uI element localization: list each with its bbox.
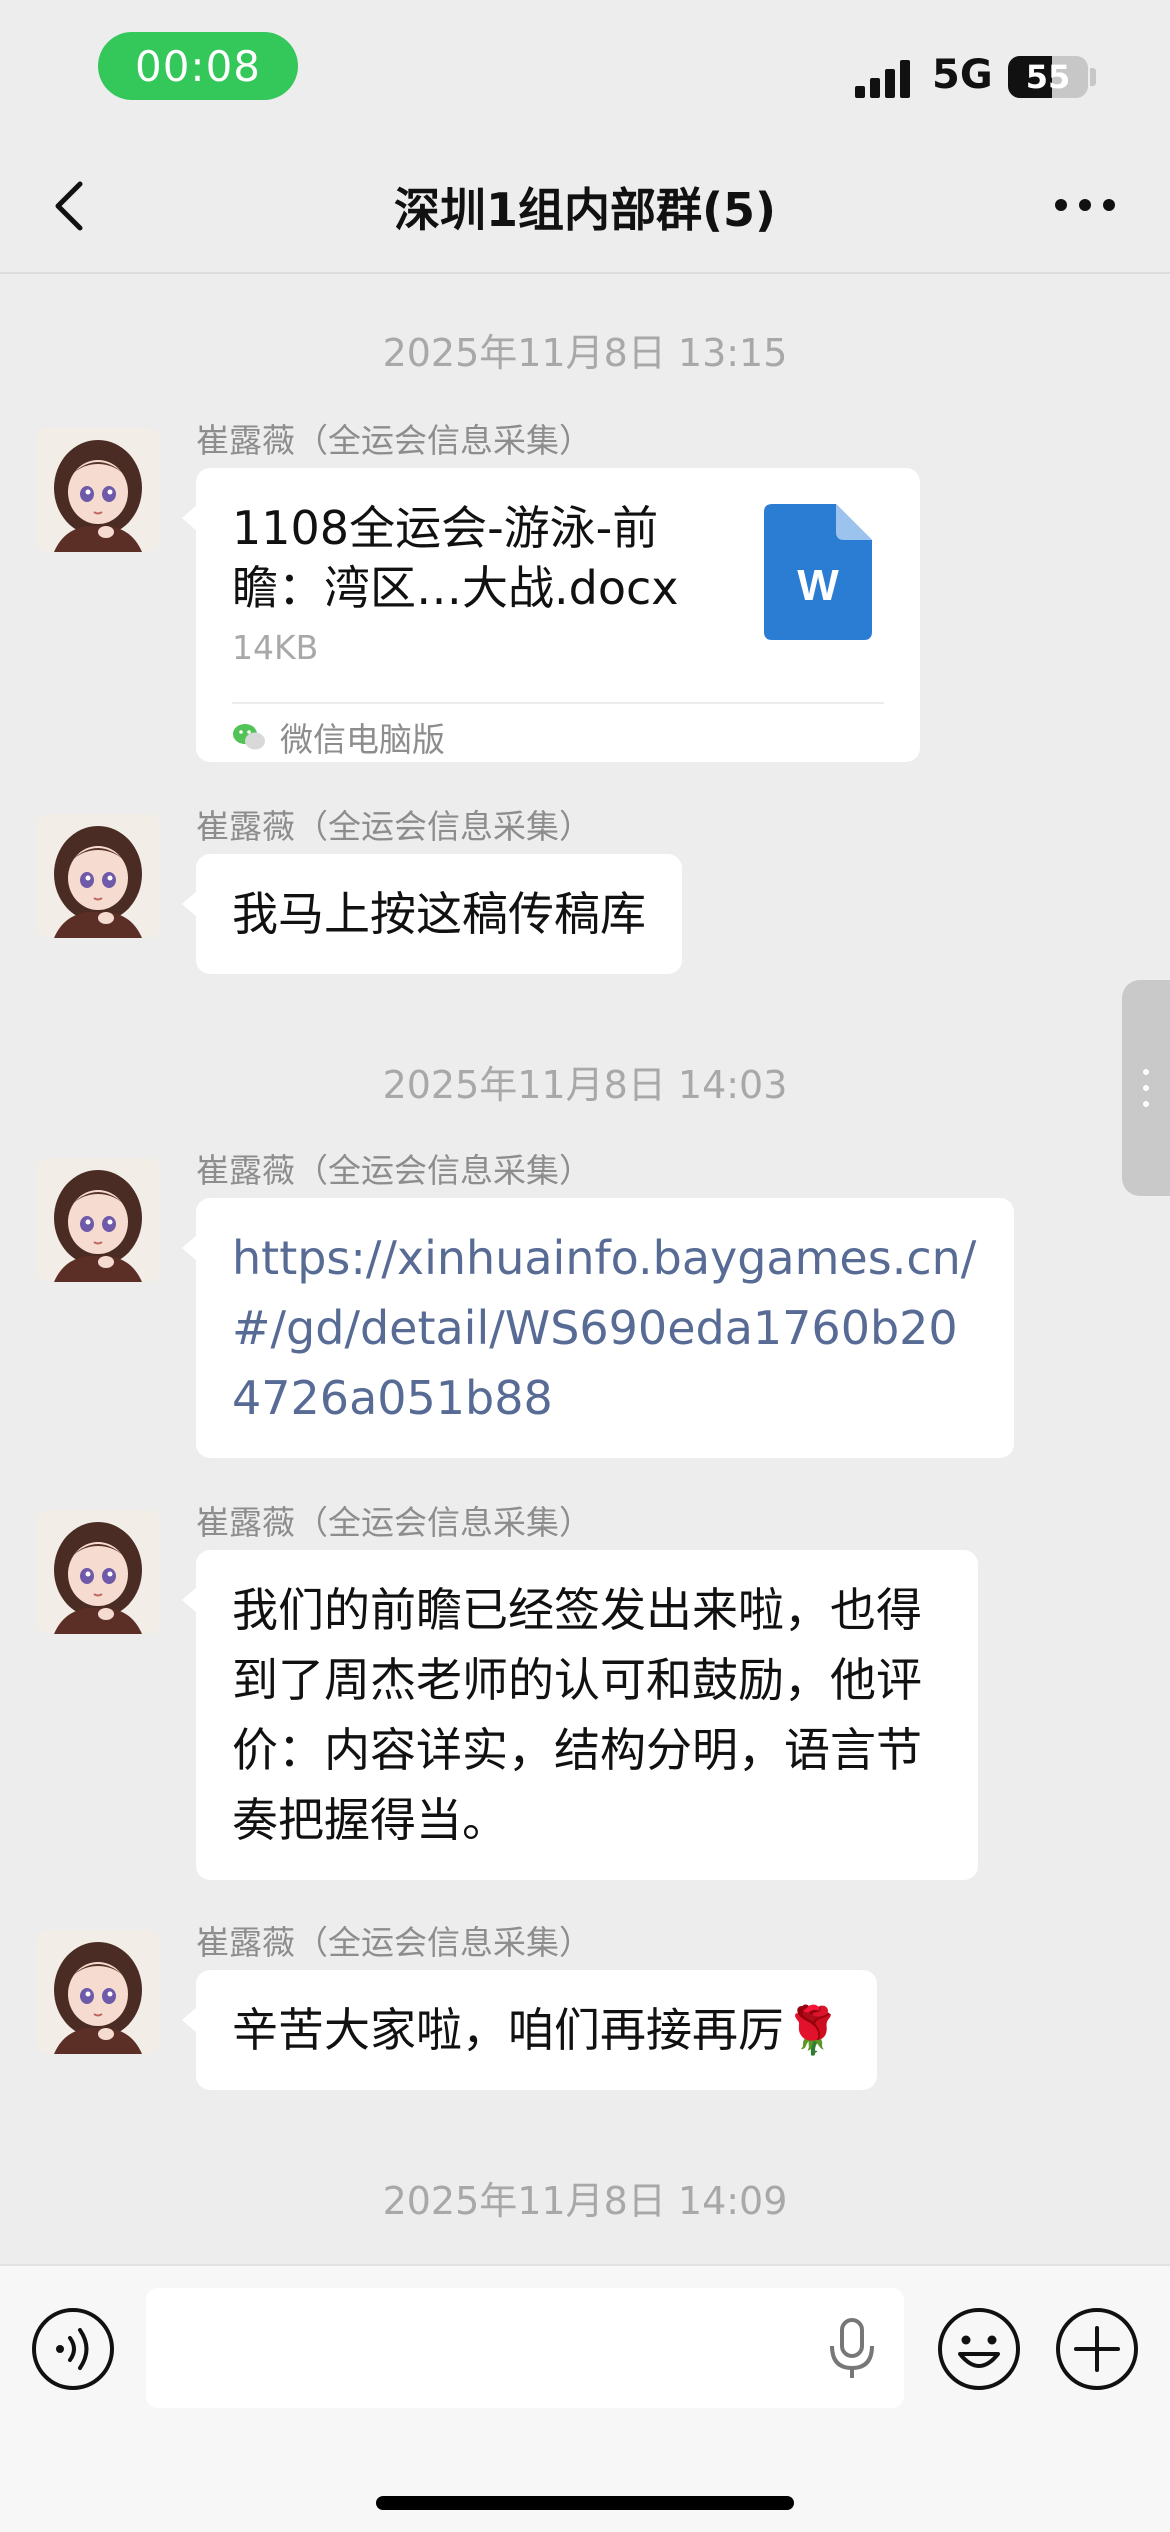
home-indicator — [376, 2496, 794, 2510]
message-input[interactable] — [146, 2288, 904, 2408]
message-link[interactable]: https://xinhuainfo.baygames.cn/#/gd/deta… — [232, 1231, 976, 1425]
more-dots-icon[interactable] — [1050, 180, 1120, 230]
avatar[interactable] — [36, 1510, 160, 1634]
text-message[interactable]: 我马上按这稿传稿库 — [182, 854, 682, 974]
signal-icon — [855, 60, 910, 98]
status-bar: 00:08 5G 55 — [0, 0, 1170, 140]
sender-name: 崔露薇（全运会信息采集） — [196, 421, 592, 460]
file-source-label: 微信电脑版 — [280, 720, 445, 759]
sender-name: 崔露薇（全运会信息采集） — [196, 1151, 592, 1190]
file-source: 微信电脑版 — [232, 712, 445, 762]
chat-input-bar — [0, 2264, 1170, 2532]
text-message[interactable]: 辛苦大家啦，咱们再接再厉🌹 — [181, 1970, 878, 2090]
avatar[interactable] — [36, 1158, 160, 1282]
file-icon-label: W — [797, 561, 839, 610]
chat-header: 深圳1组内部群(5) — [0, 140, 1170, 274]
voice-icon[interactable] — [30, 2306, 116, 2392]
emoji-icon[interactable] — [936, 2306, 1022, 2392]
battery-level: 55 — [1025, 58, 1071, 96]
status-time: 00:08 — [98, 32, 298, 100]
chevron-left-icon[interactable] — [42, 176, 102, 236]
divider — [232, 702, 884, 704]
sender-name: 崔露薇（全运会信息采集） — [196, 1503, 592, 1542]
plus-icon[interactable] — [1054, 2306, 1140, 2392]
sender-name: 崔露薇（全运会信息采集） — [196, 1923, 592, 1962]
file-message[interactable]: 1108全运会-游泳-前瞻：湾区…大战.docx 14KB W 微信电脑版 — [182, 468, 920, 762]
avatar[interactable] — [36, 428, 160, 552]
sender-name: 崔露薇（全运会信息采集） — [196, 807, 592, 846]
file-name: 1108全运会-游泳-前瞻：湾区…大战.docx — [232, 501, 679, 615]
message-timestamp: 2025年11月8日 14:09 — [382, 2179, 788, 2223]
word-document-icon: W — [764, 504, 872, 640]
avatar[interactable] — [36, 1930, 160, 2054]
message-timestamp: 2025年11月8日 13:15 — [382, 331, 788, 375]
file-size: 14KB — [232, 628, 319, 667]
message-timestamp: 2025年11月8日 14:03 — [382, 1063, 788, 1107]
side-drawer-handle[interactable] — [1122, 980, 1170, 1196]
microphone-icon[interactable] — [822, 2316, 882, 2382]
network-type: 5G — [932, 52, 993, 98]
handle-dots-icon — [1143, 1069, 1149, 1107]
link-message[interactable]: https://xinhuainfo.baygames.cn/#/gd/deta… — [182, 1198, 1014, 1458]
battery-icon: 55 — [1008, 56, 1088, 98]
battery-tip — [1090, 68, 1096, 86]
wechat-icon — [233, 724, 265, 750]
avatar[interactable] — [36, 814, 160, 938]
chat-title: 深圳1组内部群(5) — [393, 183, 777, 237]
text-message[interactable]: 我们的前瞻已经签发出来啦，也得到了周杰老师的认可和鼓励，他评价：内容详实，结构分… — [182, 1550, 978, 1880]
